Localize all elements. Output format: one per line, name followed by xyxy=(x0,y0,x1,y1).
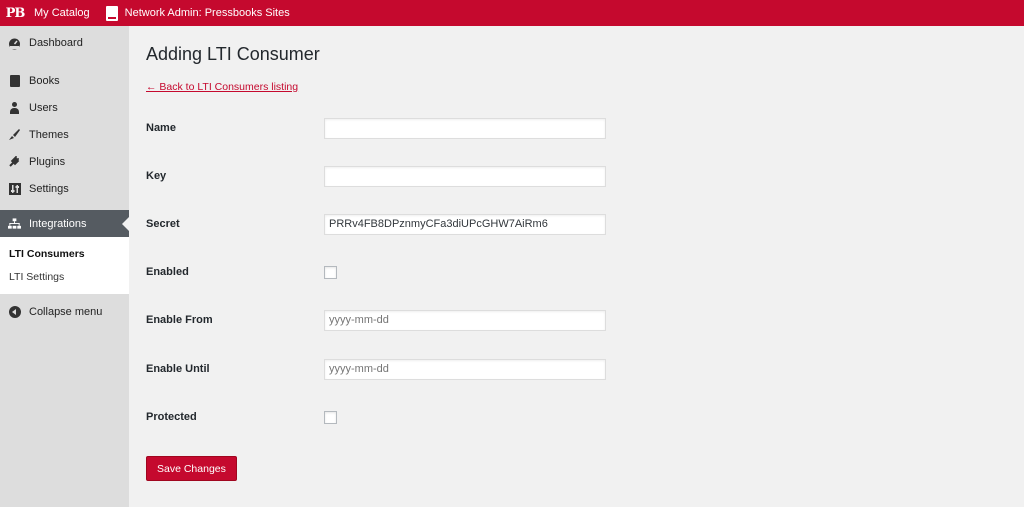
name-label: Name xyxy=(146,122,176,134)
enable-from-field[interactable] xyxy=(324,309,606,331)
protected-checkbox[interactable] xyxy=(324,410,337,424)
enabled-label: Enabled xyxy=(146,266,189,278)
admin-sidebar: Dashboard Books Users Themes Plugins Set… xyxy=(0,26,129,507)
sidebar-item-label: Books xyxy=(29,74,60,87)
sidebar-item-label: Users xyxy=(29,101,58,114)
collapse-menu-button[interactable]: Collapse menu xyxy=(0,298,129,325)
enable-until-field[interactable] xyxy=(324,358,606,380)
submenu-item-lti-consumers[interactable]: LTI Consumers xyxy=(0,242,129,265)
save-changes-button[interactable]: Save Changes xyxy=(146,456,237,481)
sidebar-item-plugins[interactable]: Plugins xyxy=(0,148,129,175)
plug-icon xyxy=(8,155,21,168)
secret-label: Secret xyxy=(146,218,180,230)
my-catalog-link[interactable]: My Catalog xyxy=(28,0,98,26)
admin-bar: PB My Catalog Network Admin: Pressbooks … xyxy=(0,0,1024,26)
collapse-menu-label: Collapse menu xyxy=(29,305,103,318)
secret-field[interactable] xyxy=(324,213,606,235)
collapse-icon xyxy=(8,305,21,318)
back-to-listing-link[interactable]: ← Back to LTI Consumers listing xyxy=(146,81,298,93)
sidebar-item-label: Plugins xyxy=(29,155,66,168)
enable-until-label: Enable Until xyxy=(146,363,210,375)
sidebar-item-label: Dashboard xyxy=(29,37,83,49)
pressbooks-logo[interactable]: PB xyxy=(2,0,28,26)
sidebar-item-settings[interactable]: Settings xyxy=(0,175,129,202)
enabled-row: Enabled xyxy=(146,261,1006,283)
sidebar-item-users[interactable]: Users xyxy=(0,94,129,121)
enabled-checkbox[interactable] xyxy=(324,265,337,279)
sitemap-icon xyxy=(8,217,21,230)
network-admin-link[interactable]: Network Admin: Pressbooks Sites xyxy=(98,0,298,26)
key-field[interactable] xyxy=(324,165,606,187)
integrations-submenu: LTI Consumers LTI Settings xyxy=(0,237,129,294)
protected-label: Protected xyxy=(146,411,197,423)
sidebar-item-integrations[interactable]: Integrations xyxy=(0,210,129,237)
page-title: Adding LTI Consumer xyxy=(146,44,320,64)
enable-from-row: Enable From xyxy=(146,309,1006,331)
sidebar-item-themes[interactable]: Themes xyxy=(0,121,129,148)
network-admin-label: Network Admin: Pressbooks Sites xyxy=(124,7,290,19)
sidebar-item-books[interactable]: Books xyxy=(0,67,129,94)
sidebar-item-label: Themes xyxy=(29,128,69,141)
user-icon xyxy=(8,101,21,114)
sidebar-item-label: Settings xyxy=(29,182,69,195)
sidebar-item-label: Integrations xyxy=(29,217,87,230)
main-content: Adding LTI Consumer ← Back to LTI Consum… xyxy=(146,26,1006,481)
name-field[interactable] xyxy=(324,117,606,139)
enable-from-label: Enable From xyxy=(146,314,213,326)
name-row: Name xyxy=(146,117,1006,139)
sidebar-item-dashboard[interactable]: Dashboard xyxy=(0,26,129,60)
protected-row: Protected xyxy=(146,406,1006,428)
book-icon xyxy=(8,74,21,87)
settings-icon xyxy=(8,182,21,195)
key-row: Key xyxy=(146,165,1006,187)
enable-until-row: Enable Until xyxy=(146,358,1006,380)
secret-row: Secret xyxy=(146,213,1006,235)
dashboard-icon xyxy=(8,37,21,50)
brush-icon xyxy=(8,128,21,141)
key-label: Key xyxy=(146,170,167,182)
book-icon xyxy=(105,5,118,21)
submenu-item-lti-settings[interactable]: LTI Settings xyxy=(0,265,129,288)
